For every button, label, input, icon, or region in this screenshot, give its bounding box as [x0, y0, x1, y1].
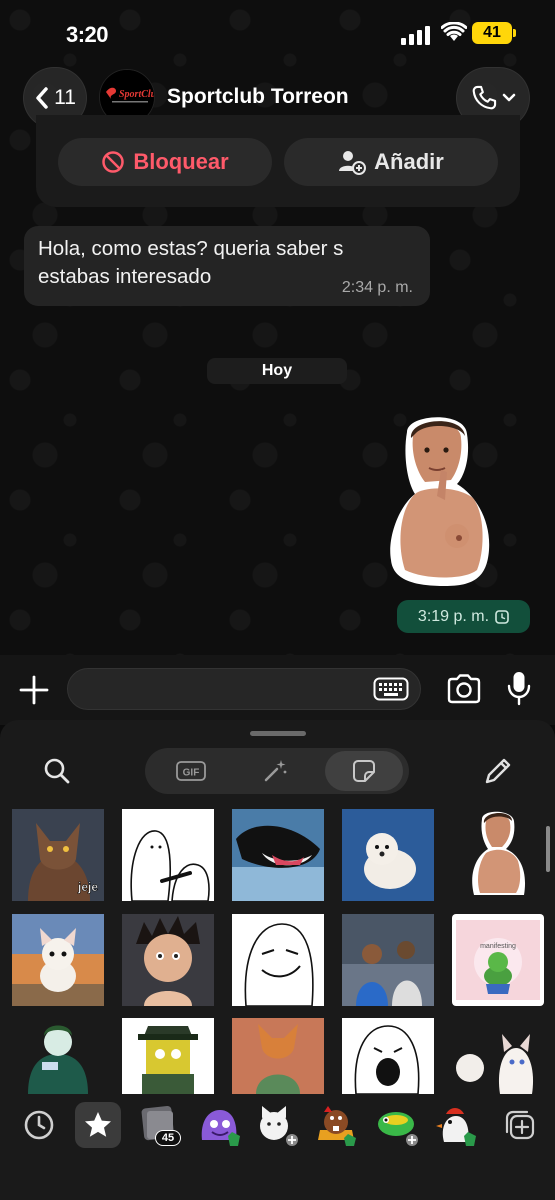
scream-meme-icon	[342, 1018, 434, 1094]
tray-pack-duck[interactable]	[434, 1102, 480, 1148]
gangster-sponge-icon	[122, 1018, 214, 1094]
sticker-meme-blobs[interactable]	[122, 809, 214, 901]
add-label: Añadir	[374, 149, 444, 174]
unread-count: 11	[54, 86, 76, 109]
tray-pack-beaver[interactable]	[314, 1102, 360, 1148]
purple-monster-icon	[201, 1110, 240, 1146]
sticker-smirk-meme[interactable]	[232, 914, 324, 1006]
chevron-down-icon	[502, 93, 516, 102]
frog-card-text: manifesting	[480, 943, 516, 950]
sticker-icon	[353, 760, 375, 782]
frog-card-icon: manifesting	[452, 914, 544, 1006]
message-time: 2:34 p. m.	[341, 279, 413, 296]
tray-add-sticker[interactable]	[497, 1102, 543, 1148]
duck-icon	[436, 1108, 476, 1146]
pencil-icon[interactable]	[481, 754, 515, 788]
magic-wand-icon	[264, 760, 287, 782]
block-button[interactable]: Bloquear	[58, 138, 272, 186]
sticker-orca[interactable]	[232, 809, 324, 901]
add-sticker-icon	[505, 1110, 535, 1140]
grid-scrollbar[interactable]	[546, 826, 550, 872]
search-icon[interactable]	[42, 756, 72, 786]
sticker-fox[interactable]	[232, 1018, 324, 1094]
svg-text:GIF: GIF	[183, 768, 200, 779]
fox-icon	[232, 1018, 324, 1094]
camera-icon[interactable]	[446, 674, 482, 704]
keyboard-icon[interactable]	[373, 677, 409, 701]
status-bar: 3:20 41	[0, 0, 555, 64]
sticker-child-photo[interactable]	[452, 809, 544, 901]
sticker-baby-spiky-hair[interactable]	[122, 914, 214, 1006]
block-icon	[102, 151, 125, 173]
sticker-white-puppy[interactable]	[342, 809, 434, 901]
green-turtle-icon	[378, 1112, 418, 1146]
sticker-kittens[interactable]	[452, 1018, 544, 1094]
pending-clock-icon	[495, 609, 509, 624]
tray-pack-turtle[interactable]	[374, 1102, 420, 1148]
date-divider: Hoy	[207, 358, 347, 384]
baby-icon	[122, 914, 214, 1006]
meme-blobs-icon	[122, 809, 214, 901]
svg-text:SportClub: SportClub	[119, 89, 155, 100]
sticker-joker[interactable]	[12, 1018, 104, 1094]
cellular-signal-icon	[401, 25, 433, 45]
gif-icon: GIF	[176, 761, 206, 781]
tray-favorites[interactable]	[75, 1102, 121, 1148]
orca-icon	[232, 809, 324, 901]
status-time: 3:20	[66, 22, 109, 47]
message-input[interactable]	[67, 668, 421, 710]
frenchie-icon	[12, 914, 104, 1006]
white-puppy-icon	[342, 809, 434, 901]
phone-icon	[472, 85, 497, 110]
werewolf-icon: jeje	[12, 809, 104, 901]
tray-pack-cat[interactable]	[254, 1102, 300, 1148]
sticker-frenchie[interactable]	[12, 914, 104, 1006]
jeje-text: jeje	[77, 880, 98, 894]
beaver-icon	[318, 1106, 356, 1146]
white-cat-icon	[260, 1106, 298, 1146]
sticker-werewolf[interactable]: jeje	[12, 809, 104, 901]
smirk-meme-icon	[232, 914, 324, 1006]
child-photo-icon	[452, 809, 544, 901]
tab-stickers[interactable]	[325, 751, 403, 791]
attach-plus-button[interactable]	[17, 673, 51, 707]
microphone-icon[interactable]	[505, 670, 533, 706]
sticker-gangster-sponge[interactable]	[122, 1018, 214, 1094]
kittens-icon	[452, 1018, 544, 1094]
chevron-left-icon	[36, 87, 48, 109]
battery-level: 41	[472, 22, 512, 44]
star-icon	[85, 1112, 111, 1137]
battery-icon: 41	[472, 22, 516, 44]
pack-count-badge: 45	[155, 1130, 181, 1146]
tray-recent[interactable]	[16, 1102, 62, 1148]
sent-time-badge: 3:19 p. m.	[397, 600, 530, 633]
sent-time: 3:19 p. m.	[417, 607, 490, 625]
sticker-scream-meme[interactable]	[342, 1018, 434, 1094]
sticker-crowd-photo[interactable]	[342, 914, 434, 1006]
add-person-icon	[339, 151, 367, 175]
joker-icon	[12, 1018, 104, 1094]
tab-gif[interactable]: GIF	[152, 751, 230, 791]
sticker-frog-card[interactable]: manifesting	[452, 914, 544, 1006]
tray-pack-purple[interactable]	[196, 1102, 242, 1148]
contact-name[interactable]: Sportclub Torreon	[167, 85, 349, 109]
block-label: Bloquear	[133, 149, 229, 174]
wifi-icon	[441, 22, 467, 41]
panel-drag-handle[interactable]	[250, 731, 306, 736]
add-contact-button[interactable]: Añadir	[284, 138, 498, 186]
crowd-photo-icon	[342, 914, 434, 1006]
outgoing-sticker[interactable]	[385, 410, 495, 590]
incoming-message-bubble[interactable]: Hola, como estas? queria saber s estabas…	[24, 226, 430, 306]
clock-icon	[24, 1110, 54, 1140]
tab-magic[interactable]	[236, 751, 314, 791]
